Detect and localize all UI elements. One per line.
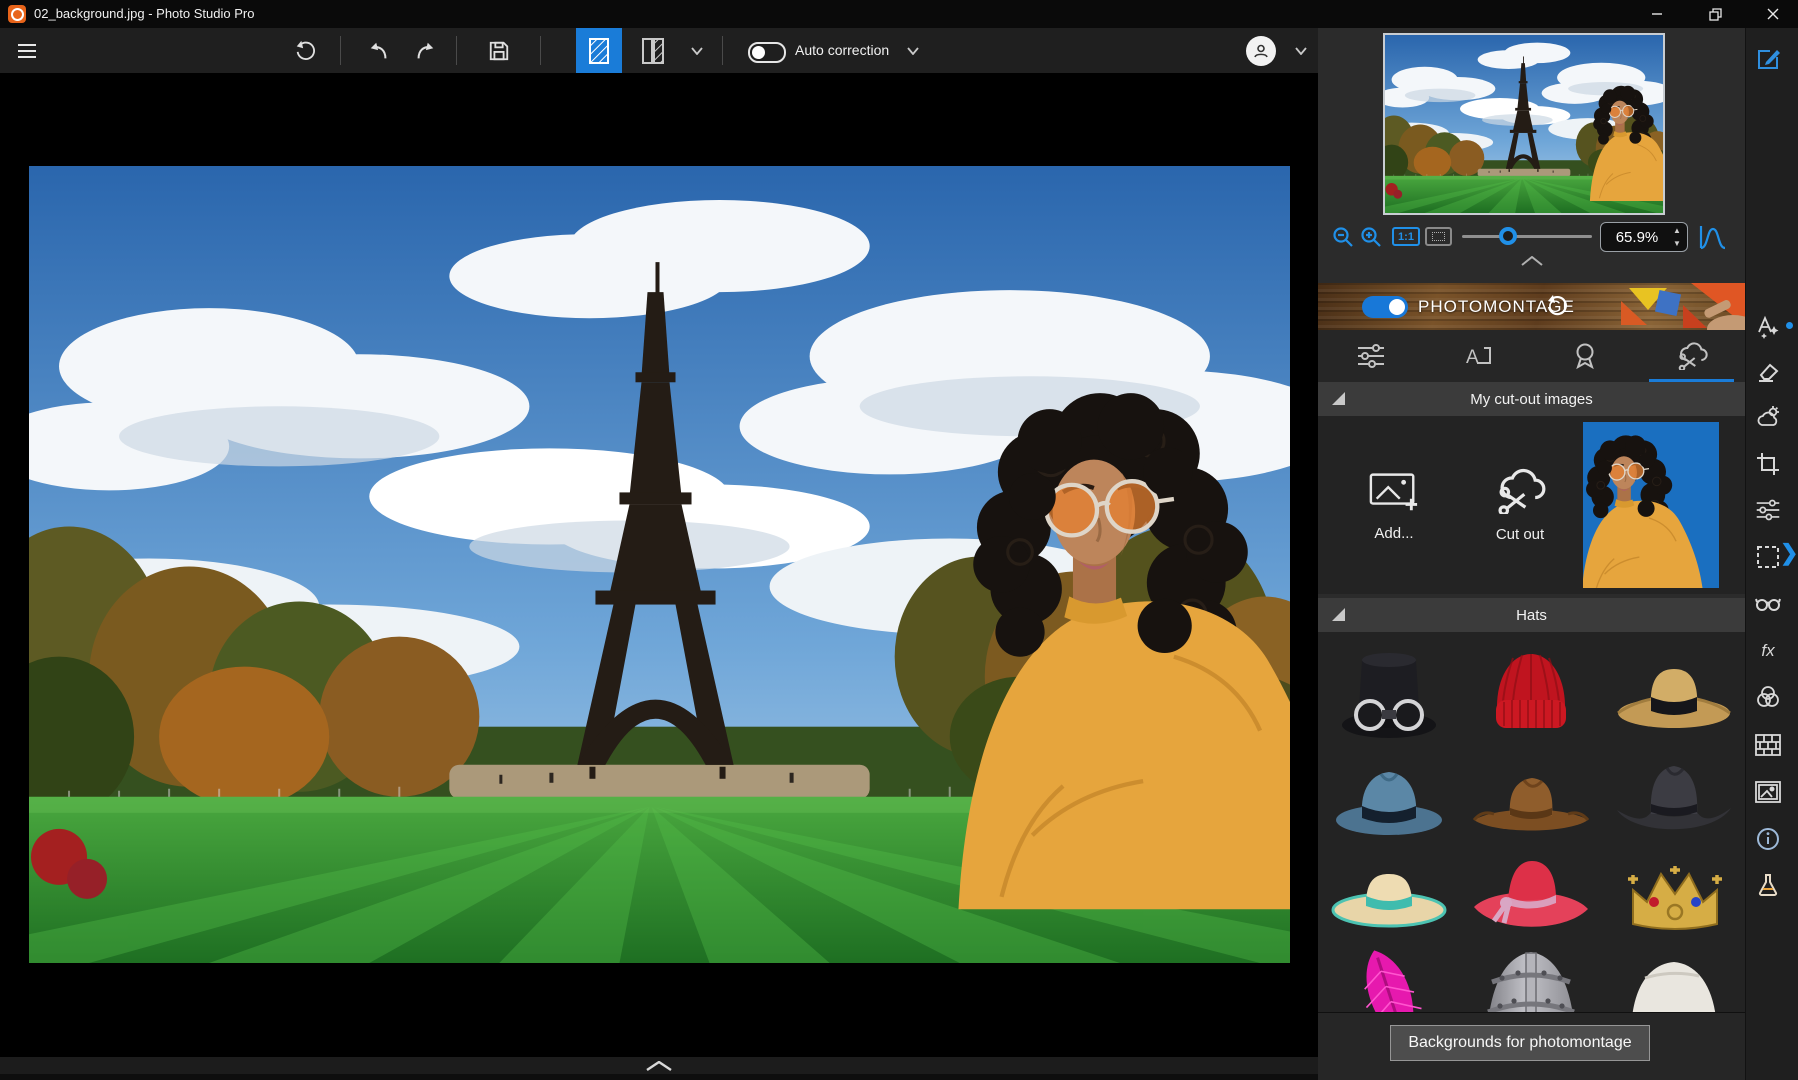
photomontage-reset-icon[interactable] bbox=[1544, 294, 1568, 318]
right-panel: 1:1 65.9% ▲▼ PHOTOMONTAGE bbox=[1318, 28, 1745, 1080]
add-image-label: Add... bbox=[1374, 525, 1413, 542]
tangram-graphic bbox=[1565, 283, 1745, 330]
hat-black-cowboy[interactable] bbox=[1611, 752, 1737, 844]
hats-section-header[interactable]: Hats bbox=[1318, 598, 1745, 632]
toolbar-separator bbox=[340, 36, 341, 65]
main-toolbar: Auto correction bbox=[0, 28, 1318, 73]
hat-blue-fedora[interactable] bbox=[1326, 754, 1452, 842]
hat-gold-crown[interactable] bbox=[1611, 846, 1737, 934]
hats-section-title: Hats bbox=[1516, 607, 1547, 624]
editor-canvas[interactable] bbox=[0, 73, 1318, 1057]
hats-section-body bbox=[1318, 632, 1745, 1012]
toolbar-separator bbox=[540, 36, 541, 65]
account-chevron[interactable] bbox=[1288, 39, 1314, 63]
svg-text:A: A bbox=[1466, 347, 1479, 368]
hat-red-sun-hat[interactable] bbox=[1468, 845, 1594, 935]
reset-icon[interactable] bbox=[292, 39, 318, 63]
effects-fx-icon[interactable]: fx bbox=[1755, 638, 1781, 664]
tooltip-text: Backgrounds for photomontage bbox=[1408, 1034, 1631, 1052]
color-blend-icon[interactable] bbox=[1755, 684, 1781, 710]
text-effects-icon[interactable] bbox=[1755, 314, 1781, 340]
zoom-controls: 1:1 65.9% ▲▼ bbox=[1318, 222, 1745, 254]
bottom-edge bbox=[0, 1074, 1318, 1080]
restore-button[interactable] bbox=[1692, 0, 1738, 28]
panel-collapse-chevron[interactable] bbox=[1318, 256, 1745, 266]
bottom-panel-handle[interactable] bbox=[0, 1057, 1318, 1074]
zoom-out-icon[interactable] bbox=[1330, 224, 1356, 250]
adjustments-icon[interactable] bbox=[1755, 497, 1781, 523]
zoom-in-icon[interactable] bbox=[1358, 224, 1384, 250]
account-avatar[interactable] bbox=[1246, 36, 1276, 66]
cutout-section-title: My cut-out images bbox=[1470, 391, 1593, 408]
save-button[interactable] bbox=[486, 39, 512, 63]
edit-note-icon[interactable] bbox=[1755, 46, 1781, 72]
photo-eiffel-tower-woman[interactable] bbox=[29, 166, 1290, 963]
auto-correction-chevron[interactable] bbox=[900, 39, 926, 63]
menu-button[interactable] bbox=[14, 39, 40, 63]
title-bar: 02_background.jpg - Photo Studio Pro bbox=[0, 0, 1798, 28]
app-window: 02_background.jpg - Photo Studio Pro bbox=[0, 0, 1798, 1080]
minimize-button[interactable] bbox=[1634, 0, 1680, 28]
tooltip: Backgrounds for photomontage bbox=[1390, 1025, 1650, 1061]
info-icon[interactable] bbox=[1755, 826, 1781, 852]
view-options-chevron[interactable] bbox=[684, 39, 710, 63]
redo-button[interactable] bbox=[412, 39, 438, 63]
photomontage-banner[interactable]: PHOTOMONTAGE bbox=[1318, 283, 1745, 330]
photomontage-toggle[interactable] bbox=[1362, 296, 1408, 318]
cut-out-button[interactable]: Cut out bbox=[1470, 416, 1570, 594]
toolbar-separator bbox=[456, 36, 457, 65]
lab-flask-icon[interactable] bbox=[1755, 872, 1781, 898]
auto-correction-toggle[interactable] bbox=[748, 42, 786, 63]
zoom-slider-track[interactable] bbox=[1462, 235, 1592, 238]
cutout-thumbnail-woman[interactable] bbox=[1583, 422, 1719, 588]
red-eye-glasses-icon[interactable] bbox=[1755, 591, 1781, 617]
zoom-slider-handle[interactable] bbox=[1499, 227, 1517, 245]
tab-adjustments[interactable] bbox=[1318, 330, 1425, 382]
undo-button[interactable] bbox=[366, 39, 392, 63]
tab-text[interactable]: A bbox=[1425, 330, 1532, 382]
window-title: 02_background.jpg - Photo Studio Pro bbox=[34, 6, 254, 21]
single-view-button[interactable] bbox=[576, 28, 622, 73]
split-view-button[interactable] bbox=[630, 28, 676, 73]
toolbar-separator bbox=[722, 36, 723, 65]
cutout-section-body: Add... Cut out bbox=[1318, 416, 1745, 594]
selection-icon[interactable] bbox=[1755, 544, 1781, 570]
cut-out-cloud-scissors-icon bbox=[1494, 468, 1546, 514]
hat-red-knit-beanie[interactable] bbox=[1468, 638, 1594, 748]
cutout-section-header[interactable]: My cut-out images bbox=[1318, 382, 1745, 416]
sky-replace-icon[interactable] bbox=[1755, 404, 1781, 430]
cut-out-label: Cut out bbox=[1496, 526, 1544, 543]
hat-straw-cowboy[interactable] bbox=[1611, 645, 1737, 741]
add-image-button[interactable]: Add... bbox=[1346, 416, 1442, 594]
zoom-1to1-button[interactable]: 1:1 bbox=[1392, 227, 1420, 246]
hat-white-helmet[interactable] bbox=[1611, 936, 1737, 1012]
collapse-triangle-icon bbox=[1332, 392, 1345, 405]
tab-stickers[interactable] bbox=[1532, 330, 1639, 382]
close-button[interactable] bbox=[1750, 0, 1796, 28]
hat-brown-cowboy[interactable] bbox=[1468, 756, 1594, 840]
active-tool-dot bbox=[1786, 322, 1793, 329]
hat-straw-teal-band[interactable] bbox=[1326, 848, 1452, 932]
fx-label: fx bbox=[1761, 641, 1774, 661]
panel-tabs: A bbox=[1318, 330, 1745, 382]
navigator-preview[interactable] bbox=[1383, 33, 1665, 215]
hat-medieval-helmet[interactable] bbox=[1468, 936, 1594, 1012]
eraser-icon[interactable] bbox=[1755, 359, 1781, 385]
expand-panel-chevron[interactable]: ❯ bbox=[1780, 540, 1798, 566]
auto-correction-label: Auto correction bbox=[795, 42, 889, 58]
right-tool-strip: fx ❯ bbox=[1745, 28, 1798, 1080]
tab-cutout[interactable] bbox=[1638, 330, 1745, 382]
histogram-icon[interactable] bbox=[1698, 224, 1726, 250]
add-image-icon bbox=[1368, 469, 1420, 513]
fit-to-screen-button[interactable] bbox=[1425, 227, 1452, 246]
hat-pink-feather[interactable] bbox=[1326, 936, 1452, 1012]
zoom-spinner[interactable]: ▲▼ bbox=[1670, 226, 1684, 248]
texture-icon[interactable] bbox=[1755, 732, 1781, 758]
crop-icon[interactable] bbox=[1755, 451, 1781, 477]
picture-frame-icon[interactable] bbox=[1755, 779, 1781, 805]
collapse-triangle-icon bbox=[1332, 608, 1345, 621]
app-logo-icon bbox=[8, 5, 26, 23]
hat-black-top-hat-with-goggles[interactable] bbox=[1326, 637, 1452, 749]
